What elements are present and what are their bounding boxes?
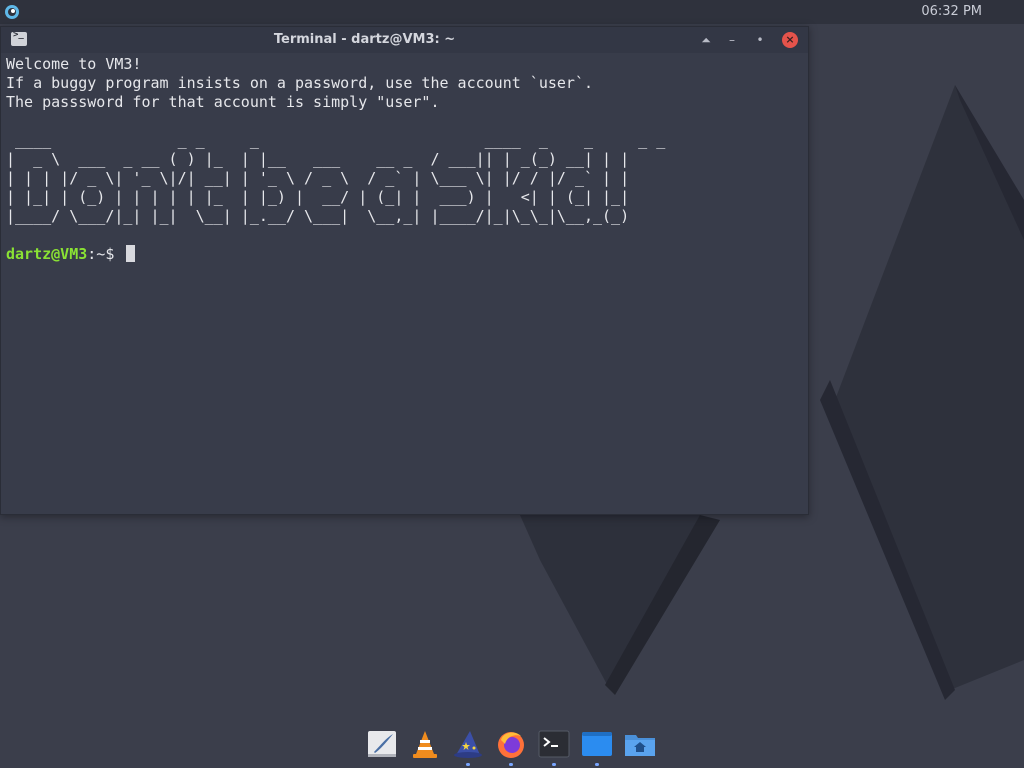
password-hint-line: If a buggy program insists on a password… <box>6 74 593 92</box>
running-indicator <box>466 763 470 766</box>
prompt-path: :~$ <box>87 245 124 263</box>
running-indicator <box>509 763 513 766</box>
password-value-line: The passsword for that account is simply… <box>6 93 440 111</box>
blue-window-icon[interactable] <box>581 728 613 766</box>
top-panel: 06:32 PM <box>0 0 1024 24</box>
window-title: Terminal - dartz@VM3: ~ <box>273 32 456 47</box>
wizard-hat-icon[interactable] <box>452 728 484 766</box>
terminal-window[interactable]: >_ Terminal - dartz@VM3: ~ ⏶ – • × Welco… <box>0 26 809 515</box>
terminal-output[interactable]: Welcome to VM3! If a buggy program insis… <box>6 55 806 510</box>
close-icon[interactable]: × <box>782 32 798 48</box>
running-indicator <box>595 763 599 766</box>
ascii-art-banner: ____ _ _ _ ____ _ _ _ _ | _ \ ___ _ __ (… <box>6 131 666 225</box>
clock[interactable]: 06:32 PM <box>921 4 982 19</box>
dock <box>362 724 664 766</box>
shade-icon[interactable]: ⏶ <box>698 32 714 48</box>
text-cursor <box>126 245 136 262</box>
distro-logo-icon[interactable] <box>4 4 20 20</box>
maximize-icon[interactable]: • <box>752 32 768 48</box>
welcome-line: Welcome to VM3! <box>6 55 142 73</box>
shell-prompt[interactable]: dartz@VM3:~$ <box>6 245 806 264</box>
vlc-icon[interactable] <box>409 728 441 760</box>
minimize-icon[interactable]: – <box>724 32 740 48</box>
window-titlebar[interactable]: >_ Terminal - dartz@VM3: ~ ⏶ – • × <box>1 27 808 53</box>
prompt-user-host: dartz@VM3 <box>6 245 88 263</box>
text-editor-icon[interactable] <box>366 728 398 760</box>
desktop: 06:32 PM >_ Terminal - dartz@VM3: ~ ⏶ – … <box>0 0 1024 768</box>
home-folder-icon[interactable] <box>624 728 656 760</box>
terminal-icon[interactable] <box>538 728 570 766</box>
running-indicator <box>552 763 556 766</box>
firefox-icon[interactable] <box>495 728 527 766</box>
